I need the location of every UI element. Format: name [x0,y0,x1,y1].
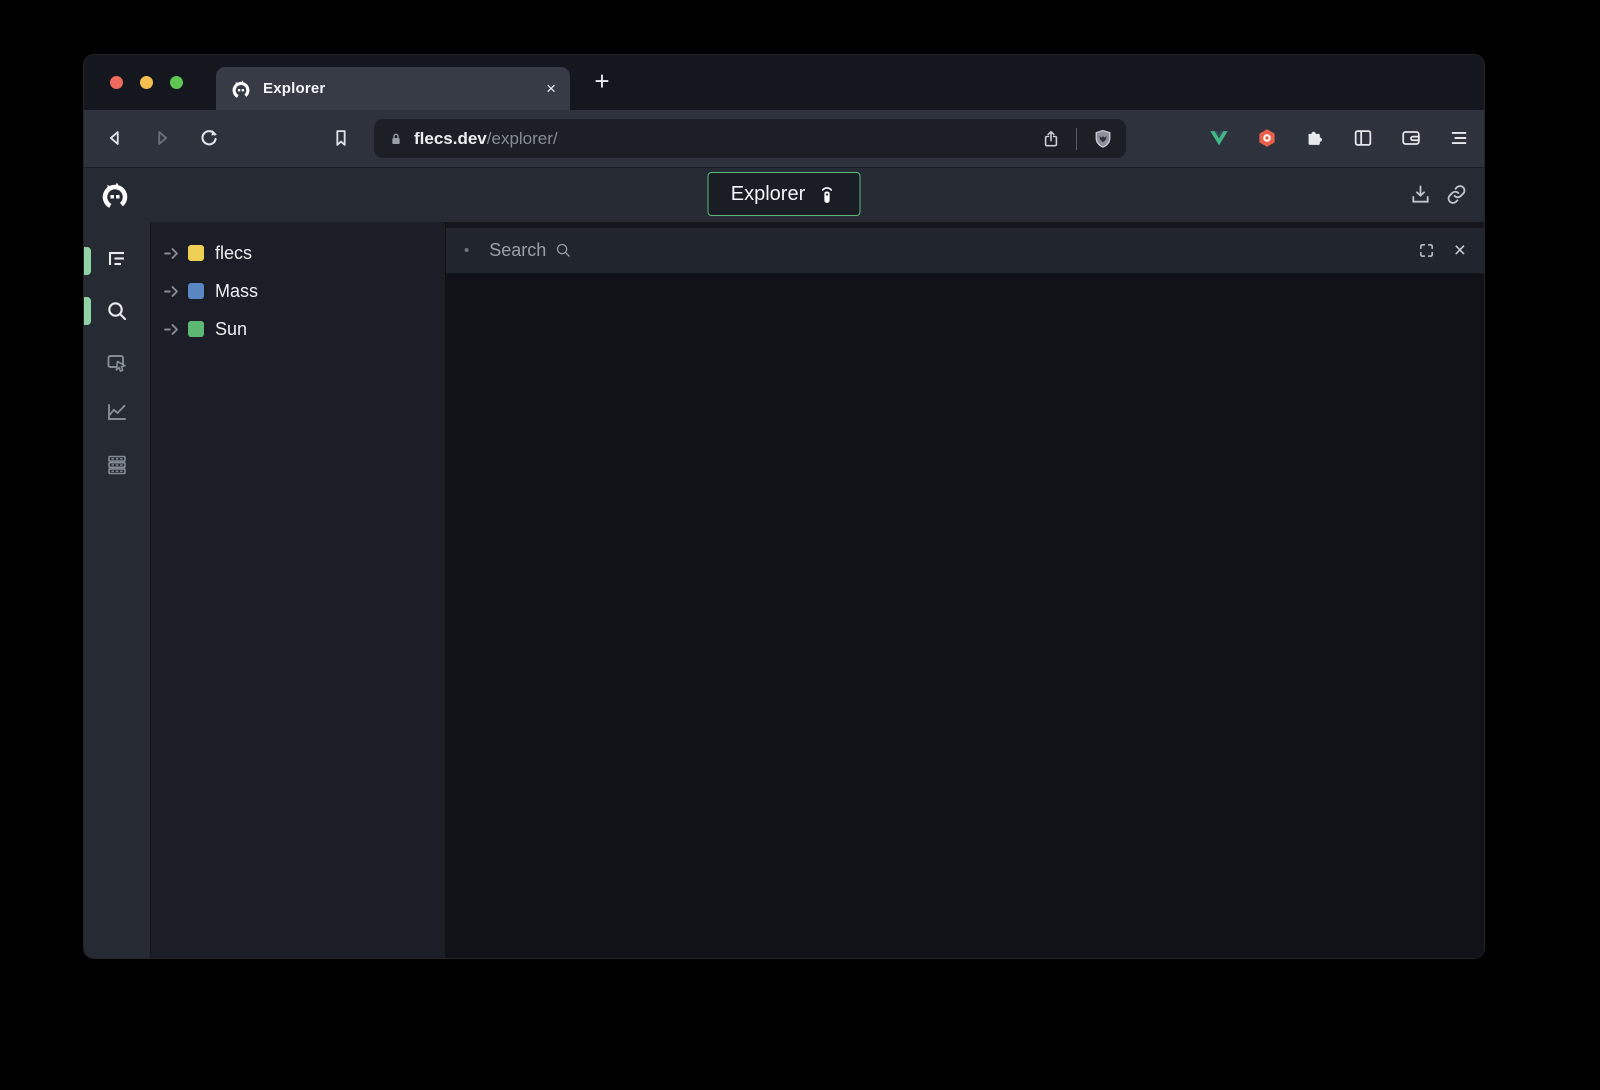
window-zoom-button[interactable] [170,76,183,89]
explorer-content: flecs Mass Sun [84,222,1484,958]
url-bar[interactable]: flecs.dev/explorer/ [374,119,1126,158]
reload-icon[interactable] [198,127,220,149]
tab-close-icon[interactable]: × [546,80,556,97]
search-icon [555,242,572,259]
expand-chevron-icon[interactable] [164,321,181,338]
traffic-lights [110,76,183,89]
brave-shield-icon[interactable] [1092,128,1114,150]
tree-item-sun[interactable]: Sun [151,310,445,348]
share-icon[interactable] [1041,129,1061,149]
lock-icon [388,131,404,147]
extension-row [1208,127,1470,149]
query-panel-header: • Search × [446,228,1484,274]
urlbar-separator [1076,128,1077,150]
bookmark-icon[interactable] [330,127,352,149]
extensions-puzzle-icon[interactable] [1304,127,1326,149]
window-minimize-button[interactable] [140,76,153,89]
search-panel-icon[interactable] [105,299,129,323]
query-header-actions: × [1418,240,1466,261]
tree-active-indicator [84,247,91,275]
query-editor-canvas[interactable] [446,274,1484,958]
tables-panel-icon[interactable] [105,453,129,477]
tree-item-label: flecs [215,243,252,264]
desktop: Explorer × + [0,0,1600,1090]
header-actions [1409,183,1468,206]
browser-tab-explorer[interactable]: Explorer × [216,67,570,110]
app-title: Explorer [731,183,805,206]
url-host: flecs.dev [414,129,487,149]
browser-window: Explorer × + [84,55,1484,958]
sidebar-toggle-icon[interactable] [1352,127,1374,149]
wallet-icon[interactable] [1400,127,1422,149]
tree-item-label: Sun [215,319,247,340]
tree-item-label: Mass [215,281,258,302]
url-path: /explorer/ [487,129,558,149]
forward-icon[interactable] [151,127,173,149]
close-panel-icon[interactable]: × [1454,240,1466,261]
status-bullet: • [464,242,469,259]
explorer-header: Explorer [84,167,1484,222]
inspect-panel-icon[interactable] [105,351,129,375]
tool-rail [84,222,150,958]
entity-color-swatch [188,245,204,261]
expand-chevron-icon[interactable] [164,245,181,262]
download-icon[interactable] [1409,183,1432,206]
entity-color-swatch [188,283,204,299]
hex-extension-icon[interactable] [1256,127,1278,149]
window-close-button[interactable] [110,76,123,89]
connection-title-button[interactable]: Explorer [708,172,861,216]
flecs-favicon-icon [230,78,252,100]
flecs-logo-icon[interactable] [99,179,131,211]
query-panel: • Search × [445,222,1484,958]
tab-strip: Explorer × + [84,55,1484,110]
app-menu-icon[interactable] [1448,127,1470,149]
maximize-icon[interactable] [1418,242,1435,259]
tree-item-flecs[interactable]: flecs [151,234,445,272]
query-panel-title: Search [489,240,546,261]
back-icon[interactable] [104,127,126,149]
remote-connection-icon [816,184,837,205]
entity-tree-panel: flecs Mass Sun [150,222,445,958]
browser-toolbar: flecs.dev/explorer/ [84,110,1484,167]
expand-chevron-icon[interactable] [164,283,181,300]
entity-color-swatch [188,321,204,337]
tab-title: Explorer [263,80,325,97]
query-active-indicator [84,297,91,325]
stats-panel-icon[interactable] [105,400,129,424]
tree-panel-icon[interactable] [105,248,129,272]
link-icon[interactable] [1445,183,1468,206]
vue-devtools-icon[interactable] [1208,127,1230,149]
tree-item-mass[interactable]: Mass [151,272,445,310]
new-tab-button[interactable]: + [584,63,620,99]
